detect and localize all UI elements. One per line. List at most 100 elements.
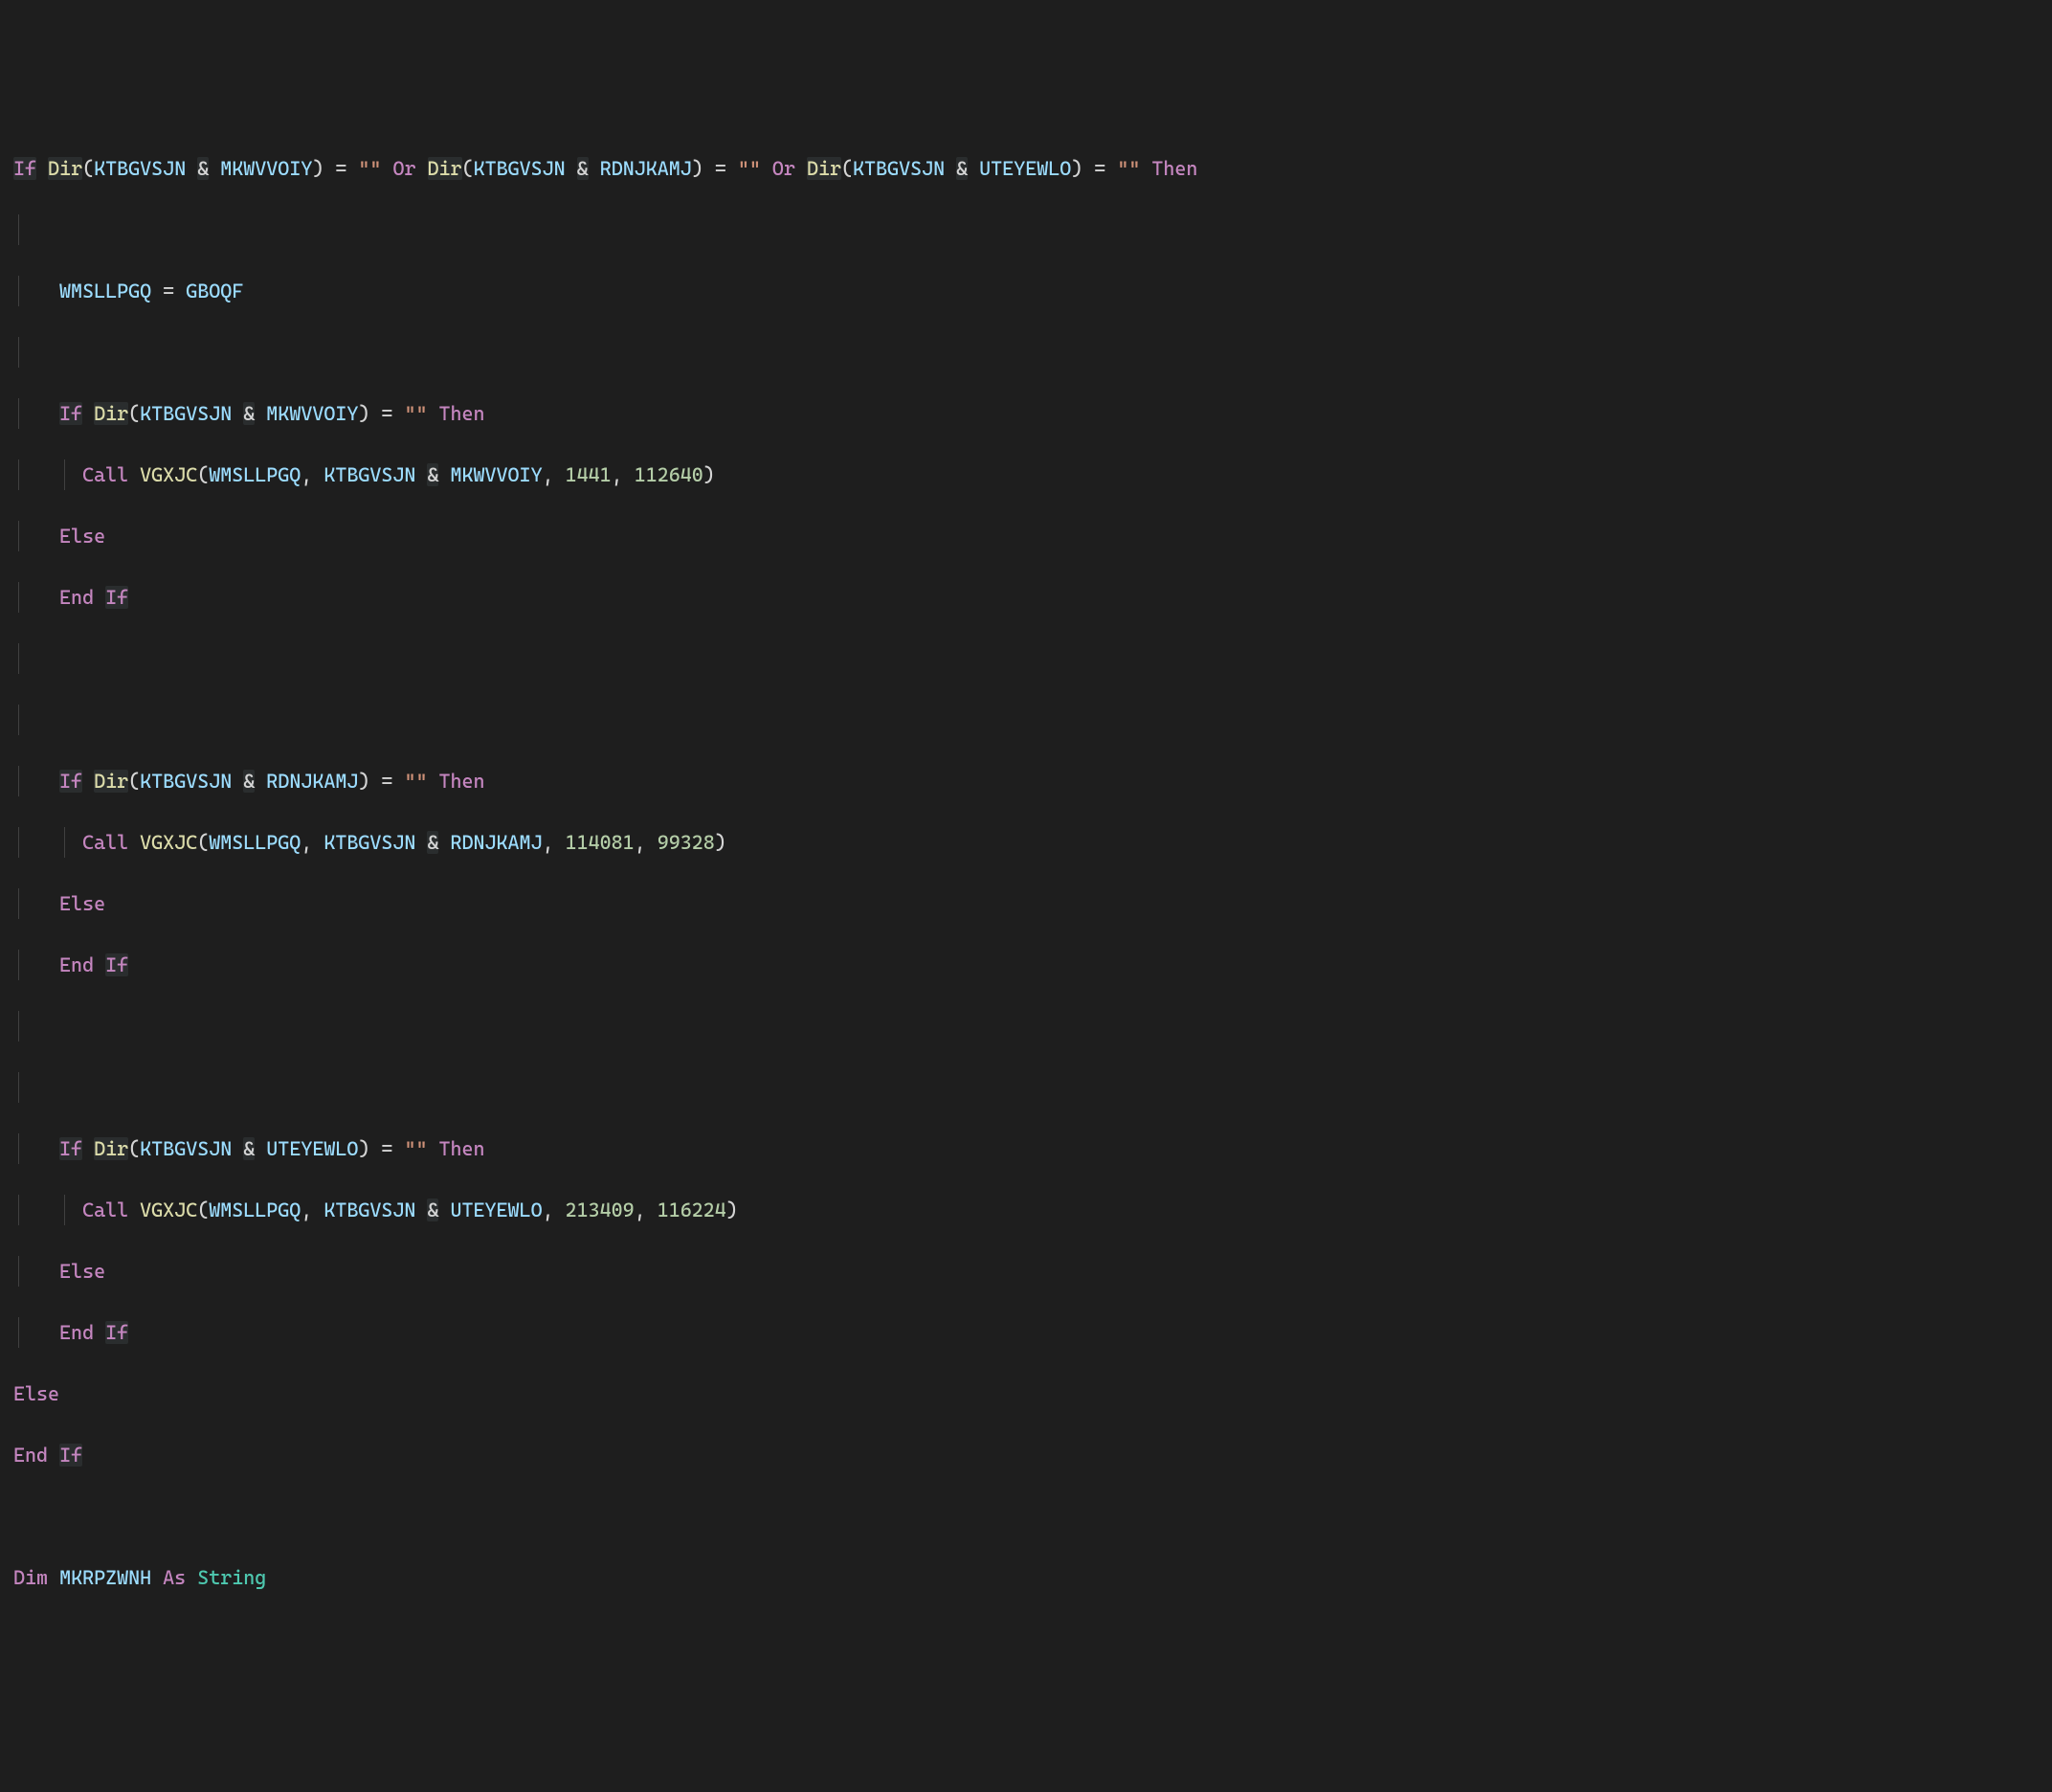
identifier: MKWVVOIY: [220, 157, 312, 180]
indent-guide: [18, 582, 19, 613]
code-line: [13, 1011, 2039, 1042]
indent-guide: [18, 459, 19, 490]
keyword-else: Else: [59, 525, 105, 548]
punct-comma: ,: [301, 831, 312, 854]
punct-amp: &: [243, 1137, 255, 1160]
punct-amp: &: [427, 831, 438, 854]
code-line: End If: [13, 1440, 2039, 1470]
punct-rpar: ): [715, 831, 726, 854]
punct-comma: ,: [612, 463, 623, 486]
identifier: UTEYEWLO: [450, 1198, 542, 1221]
punct-amp: &: [197, 157, 209, 180]
indent-guide: [18, 950, 19, 980]
function-dir: Dir: [94, 1137, 128, 1160]
number-literal: 114081: [566, 831, 635, 854]
keyword-else: Else: [59, 1260, 105, 1283]
string-literal: "": [404, 402, 427, 425]
identifier: WMSLLPGQ: [209, 1198, 301, 1221]
string-literal: "": [404, 770, 427, 793]
indent-guide: [18, 398, 19, 429]
code-line: [13, 1501, 2039, 1532]
string-literal: "": [738, 157, 761, 180]
keyword-if: If: [105, 586, 128, 609]
function-dir: Dir: [428, 157, 462, 180]
identifier: KTBGVSJN: [323, 1198, 415, 1221]
punct-amp: &: [956, 157, 968, 180]
identifier: WMSLLPGQ: [209, 831, 301, 854]
indent-guide: [18, 643, 19, 674]
number-literal: 213409: [566, 1198, 635, 1221]
code-line: If Dir(KTBGVSJN & RDNJKAMJ) = "" Then: [13, 766, 2039, 796]
code-line: If Dir(KTBGVSJN & MKWVVOIY) = "" Or Dir(…: [13, 153, 2039, 184]
number-literal: 99328: [658, 831, 715, 854]
function-dir: Dir: [94, 402, 128, 425]
punct-amp: &: [243, 402, 255, 425]
indent-guide: [18, 1011, 19, 1042]
identifier: MKRPZWNH: [59, 1566, 151, 1589]
keyword-end: End: [13, 1444, 48, 1467]
indent-guide: [18, 827, 19, 858]
punct-rpar: ): [358, 402, 369, 425]
punct-eq: =: [335, 157, 346, 180]
keyword-call: Call: [82, 1198, 128, 1221]
identifier: RDNJKAMJ: [266, 770, 358, 793]
function-dir: Dir: [48, 157, 82, 180]
code-line: [13, 643, 2039, 674]
code-line: End If: [13, 1317, 2039, 1348]
function-vgxjc: VGXJC: [140, 463, 197, 486]
string-literal: "": [358, 157, 381, 180]
indent-guide: [18, 1317, 19, 1348]
code-line: [13, 705, 2039, 735]
punct-amp: &: [427, 1198, 438, 1221]
punct-lpar: (: [462, 157, 474, 180]
indent-guide: [18, 337, 19, 368]
punct-eq: =: [381, 1137, 392, 1160]
indent-guide: [18, 276, 19, 306]
punct-rpar: ): [1071, 157, 1082, 180]
indent-guide: [18, 1195, 19, 1225]
code-line: Dim MKRPZWNH As String: [13, 1562, 2039, 1593]
code-line: Else: [13, 1256, 2039, 1287]
identifier: RDNJKAMJ: [600, 157, 692, 180]
keyword-if: If: [59, 770, 82, 793]
indent-guide: [18, 1072, 19, 1103]
keyword-then: Then: [1151, 157, 1197, 180]
punct-comma: ,: [301, 463, 312, 486]
function-dir: Dir: [807, 157, 841, 180]
identifier: KTBGVSJN: [140, 770, 232, 793]
identifier: WMSLLPGQ: [209, 463, 301, 486]
punct-rpar: ): [692, 157, 703, 180]
string-literal: "": [1117, 157, 1140, 180]
function-vgxjc: VGXJC: [140, 831, 197, 854]
punct-eq: =: [381, 402, 392, 425]
punct-comma: ,: [635, 831, 646, 854]
indent-guide: [64, 827, 65, 858]
code-editor[interactable]: If Dir(KTBGVSJN & MKWVVOIY) = "" Or Dir(…: [0, 123, 2052, 1639]
indent-guide: [18, 1256, 19, 1287]
identifier: WMSLLPGQ: [59, 280, 151, 302]
identifier: KTBGVSJN: [140, 1137, 232, 1160]
indent-guide: [18, 705, 19, 735]
keyword-call: Call: [82, 831, 128, 854]
keyword-if: If: [105, 1321, 128, 1344]
identifier: KTBGVSJN: [853, 157, 945, 180]
keyword-or: Or: [772, 157, 795, 180]
punct-lpar: (: [128, 402, 140, 425]
indent-guide: [18, 214, 19, 245]
keyword-if: If: [13, 157, 36, 180]
punct-lpar: (: [197, 1198, 209, 1221]
indent-guide: [18, 521, 19, 551]
punct-comma: ,: [301, 1198, 312, 1221]
punct-comma: ,: [543, 1198, 554, 1221]
keyword-then: Then: [439, 770, 485, 793]
indent-guide: [64, 1195, 65, 1225]
punct-rpar: ): [726, 1198, 738, 1221]
keyword-if: If: [59, 1137, 82, 1160]
keyword-end: End: [59, 953, 94, 976]
code-line: WMSLLPGQ = GBOQF: [13, 276, 2039, 306]
code-line: Else: [13, 888, 2039, 919]
code-line: Call VGXJC(WMSLLPGQ, KTBGVSJN & MKWVVOIY…: [13, 459, 2039, 490]
indent-guide: [64, 459, 65, 490]
punct-comma: ,: [543, 831, 554, 854]
punct-eq: =: [163, 280, 174, 302]
